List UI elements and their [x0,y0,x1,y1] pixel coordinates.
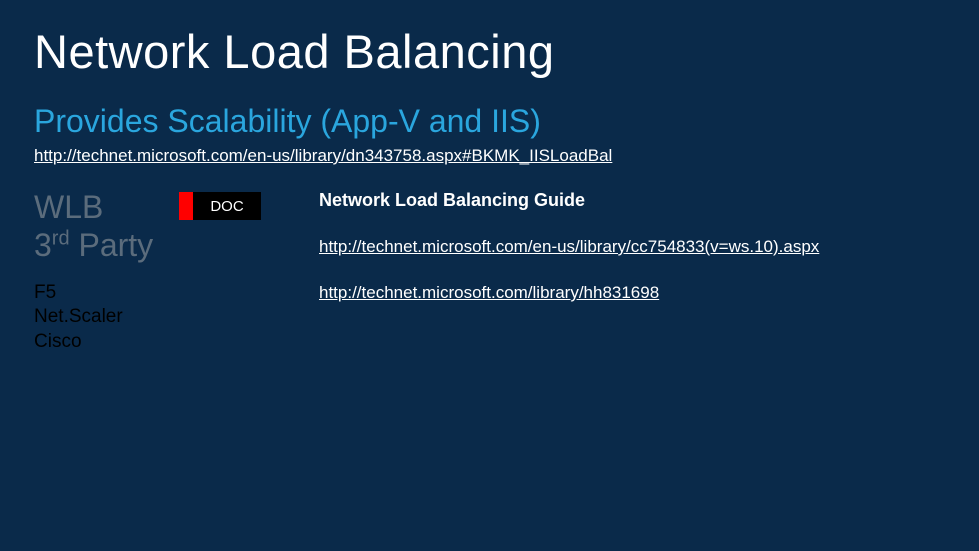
doc-badge-label: DOC [193,192,261,220]
third-party-prefix: 3 [34,227,52,263]
third-party-suffix: rd [52,228,70,250]
guide-link-b[interactable]: http://technet.microsoft.com/library/hh8… [319,283,659,303]
body-row: WLB 3rd Party F5 Net.Scaler Cisco DOC Ne… [34,188,945,355]
top-link[interactable]: http://technet.microsoft.com/en-us/libra… [34,146,612,166]
vendor-list: F5 Net.Scaler Cisco [34,281,179,355]
vendor-item: F5 [34,281,179,306]
guide-link-a[interactable]: http://technet.microsoft.com/en-us/libra… [319,237,819,257]
wlb-label: WLB [34,188,179,226]
slide: Network Load Balancing Provides Scalabil… [0,0,979,551]
doc-badge: DOC [179,192,261,220]
right-column: Network Load Balancing Guide http://tech… [319,188,945,303]
slide-subtitle: Provides Scalability (App-V and IIS) [34,103,945,140]
arrow-icon [179,192,193,220]
badge-column: DOC [179,188,319,220]
guide-title: Network Load Balancing Guide [319,190,945,211]
slide-title: Network Load Balancing [34,24,945,79]
left-column: WLB 3rd Party F5 Net.Scaler Cisco [34,188,179,355]
vendor-item: Cisco [34,330,179,355]
third-party-word: Party [70,227,154,263]
vendor-item: Net.Scaler [34,305,179,330]
third-party-label: 3rd Party [34,226,179,264]
